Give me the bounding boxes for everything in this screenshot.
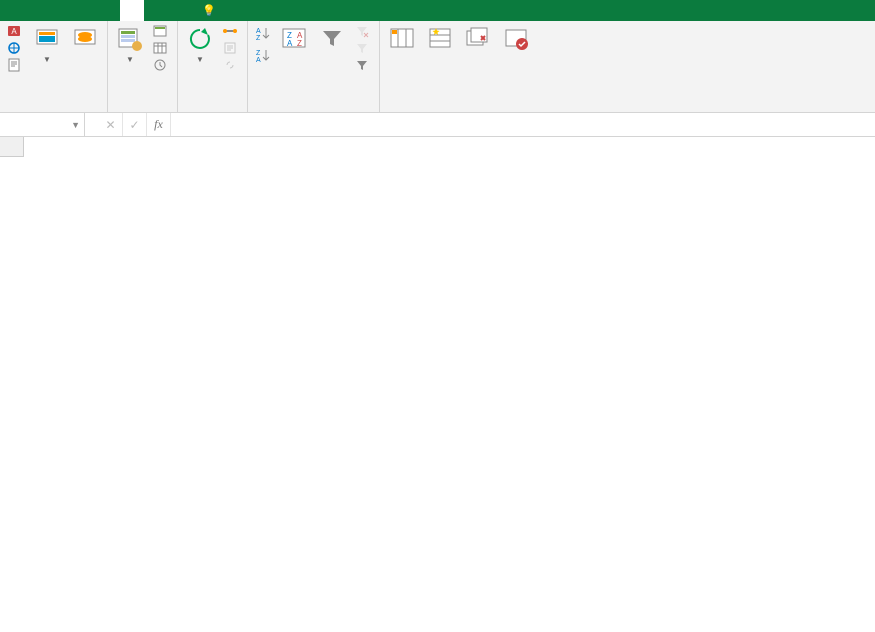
other-sources-icon <box>33 25 61 53</box>
group-external-data: A ▼ <box>0 21 108 112</box>
from-text-button[interactable] <box>4 57 27 73</box>
reapply-icon <box>355 41 369 55</box>
advanced-icon <box>355 58 369 72</box>
tab-page-layout[interactable] <box>72 0 96 21</box>
group-label <box>182 107 243 112</box>
refresh-all-button[interactable]: ▼ <box>182 23 218 66</box>
validation-icon <box>502 25 530 53</box>
show-query-icon <box>153 24 167 38</box>
group-get-transform: ▼ <box>108 21 178 112</box>
remove-duplicates-button[interactable] <box>460 23 496 57</box>
edit-links-icon <box>223 58 237 72</box>
new-query-button[interactable]: ▼ <box>112 23 148 66</box>
tell-me-box[interactable]: 💡 <box>192 0 230 21</box>
fx-icon: fx <box>154 117 163 132</box>
group-label <box>112 107 173 112</box>
properties-button[interactable] <box>220 40 243 56</box>
tab-data[interactable] <box>120 0 144 21</box>
sort-desc-button[interactable]: ZA <box>252 45 274 65</box>
text-to-col-icon <box>388 25 416 53</box>
advanced-filter-button[interactable] <box>352 57 375 73</box>
recent-icon <box>153 58 167 72</box>
sort-asc-button[interactable]: AZ <box>252 23 274 43</box>
remove-dup-icon <box>464 25 492 53</box>
from-other-button[interactable]: ▼ <box>29 23 65 66</box>
group-label <box>384 107 534 112</box>
tab-home[interactable] <box>24 0 48 21</box>
from-table-button[interactable] <box>150 40 173 56</box>
dropdown-icon: ▼ <box>126 55 134 64</box>
conn-icon <box>223 24 237 38</box>
clear-icon <box>355 24 369 38</box>
web-icon <box>7 41 21 55</box>
filter-button[interactable] <box>314 23 350 57</box>
from-access-button[interactable]: A <box>4 23 27 39</box>
svg-text:A: A <box>11 27 17 36</box>
new-query-icon <box>116 25 144 53</box>
dropdown-icon: ▼ <box>196 55 204 64</box>
name-box[interactable]: ▼ <box>0 113 85 136</box>
sort-asc-icon: AZ <box>254 25 272 41</box>
tab-view[interactable] <box>168 0 192 21</box>
svg-text:Z: Z <box>256 50 261 57</box>
flash-fill-icon <box>426 25 454 53</box>
svg-text:Z: Z <box>297 39 302 48</box>
connections-button[interactable] <box>220 23 243 39</box>
svg-text:A: A <box>256 57 261 63</box>
reapply-button[interactable] <box>352 40 375 56</box>
existing-conn-icon <box>71 25 99 53</box>
sort-icon: ZAAZ <box>280 25 308 53</box>
text-to-columns-button[interactable] <box>384 23 420 57</box>
cancel-formula-button[interactable]: ✕ <box>99 113 123 136</box>
refresh-icon <box>186 25 214 53</box>
tab-review[interactable] <box>144 0 168 21</box>
group-connections: ▼ <box>178 21 248 112</box>
from-table-icon <box>153 41 167 55</box>
dropdown-icon: ▼ <box>71 120 80 130</box>
tab-formulas[interactable] <box>96 0 120 21</box>
flash-fill-button[interactable] <box>422 23 458 57</box>
edit-links-button[interactable] <box>220 57 243 73</box>
svg-text:A: A <box>256 28 261 35</box>
data-validation-button[interactable] <box>498 23 534 57</box>
access-icon: A <box>7 24 21 38</box>
dropdown-icon: ▼ <box>43 55 51 64</box>
from-web-button[interactable] <box>4 40 27 56</box>
properties-icon <box>223 41 237 55</box>
tab-file[interactable] <box>0 0 24 21</box>
clear-filter-button[interactable] <box>352 23 375 39</box>
accept-formula-button[interactable]: ✓ <box>123 113 147 136</box>
svg-text:Z: Z <box>256 35 261 41</box>
select-all-corner[interactable] <box>0 137 24 157</box>
group-data-tools <box>380 21 538 112</box>
formula-bar: ▼ ✕ ✓ fx <box>0 113 875 137</box>
filter-icon <box>318 25 346 53</box>
sort-button[interactable]: ZAAZ <box>276 23 312 57</box>
sort-desc-icon: ZA <box>254 47 272 63</box>
recent-sources-button[interactable] <box>150 57 173 73</box>
show-queries-button[interactable] <box>150 23 173 39</box>
fx-button[interactable]: fx <box>147 113 171 136</box>
svg-text:A: A <box>287 39 293 48</box>
bulb-icon: 💡 <box>202 4 216 17</box>
formula-input[interactable] <box>171 113 875 136</box>
text-icon <box>7 58 21 72</box>
ribbon-tabs: 💡 <box>0 0 875 21</box>
group-label <box>252 107 375 112</box>
group-sort-filter: AZ ZA ZAAZ <box>248 21 380 112</box>
tab-insert[interactable] <box>48 0 72 21</box>
existing-connections-button[interactable] <box>67 23 103 57</box>
ribbon: A ▼ <box>0 21 875 113</box>
group-label <box>4 107 103 112</box>
